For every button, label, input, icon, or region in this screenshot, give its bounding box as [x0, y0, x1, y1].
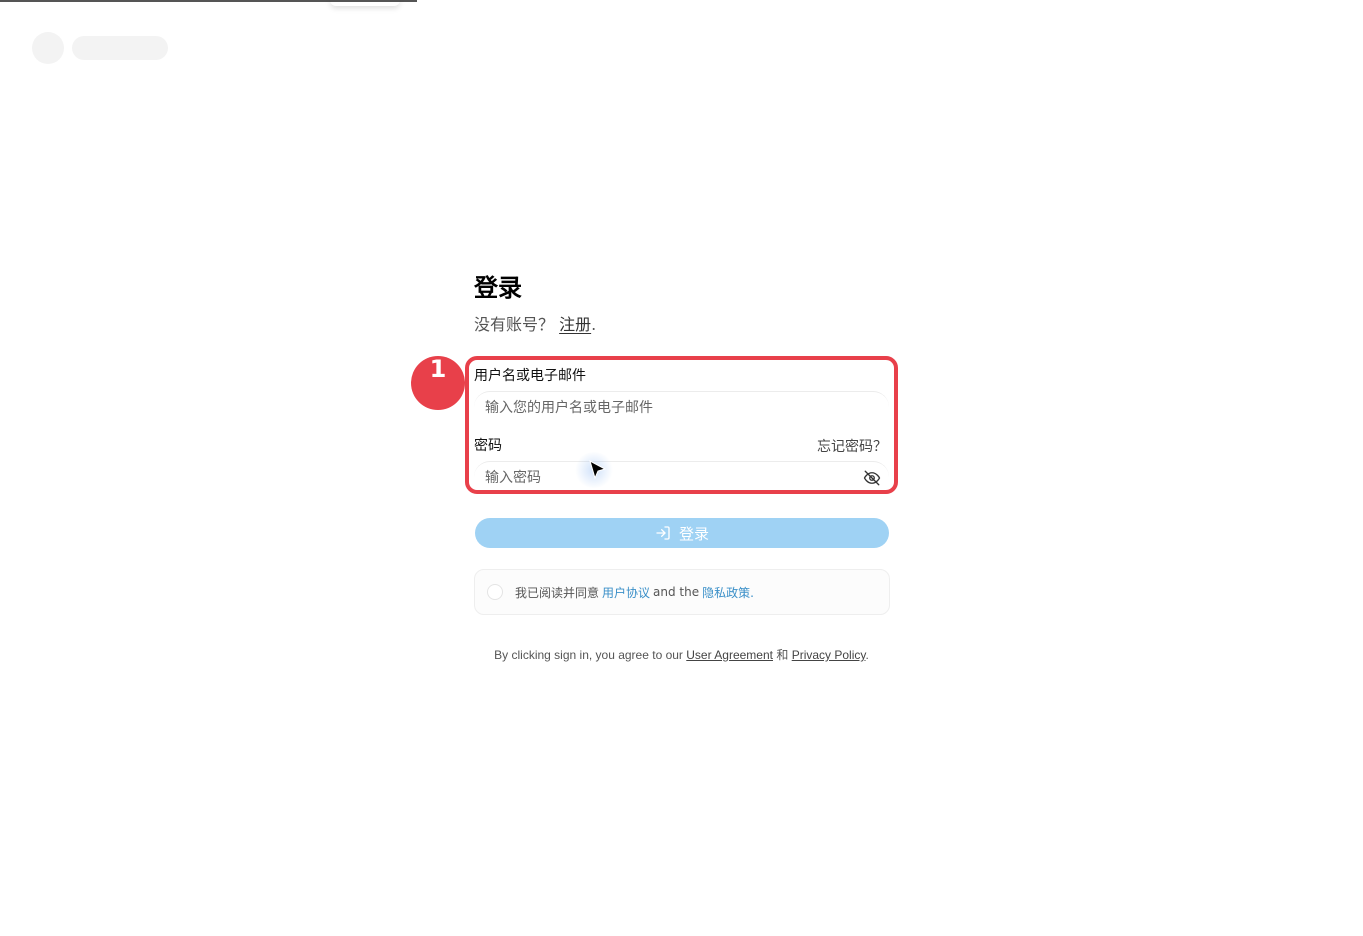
- annotation-marker-number: 1: [429, 355, 447, 383]
- footer-prefix: By clicking sign in, you agree to our: [494, 648, 683, 662]
- agreement-middle: and the: [653, 585, 700, 599]
- privacy-policy-link[interactable]: 隐私政策.: [702, 584, 754, 601]
- signup-link[interactable]: 注册: [559, 315, 591, 334]
- login-button-label: 登录: [678, 524, 709, 543]
- login-submit-button[interactable]: 登录: [475, 518, 889, 548]
- footer-conjunction: 和: [776, 648, 789, 662]
- footer-privacy-policy-link[interactable]: Privacy Policy: [792, 648, 866, 662]
- terms-footer-note: By clicking sign in, you agree to our Us…: [0, 646, 1363, 663]
- agreement-prefix: 我已阅读并同意: [515, 585, 600, 600]
- mouse-pointer-icon: [589, 459, 607, 480]
- footer-user-agreement-link[interactable]: User Agreement: [686, 648, 773, 662]
- footer-suffix: .: [865, 648, 869, 662]
- loading-progress-glow: [330, 0, 400, 6]
- signup-row: 没有账号？ 注册.: [474, 313, 596, 337]
- agreement-checkbox[interactable]: [487, 584, 503, 600]
- site-name-skeleton: [72, 36, 168, 60]
- sign-in-icon: [656, 526, 670, 540]
- annotation-marker-badge: 1: [411, 356, 465, 410]
- page-title: 登录: [474, 274, 522, 302]
- agreement-box: 我已阅读并同意 用户协议 and the 隐私政策.: [474, 569, 890, 615]
- logo-skeleton: [32, 32, 64, 64]
- signup-suffix: .: [591, 315, 597, 334]
- user-agreement-link[interactable]: 用户协议: [602, 584, 650, 601]
- annotation-highlight-box: [465, 356, 898, 494]
- signup-prompt: 没有账号？: [474, 315, 555, 334]
